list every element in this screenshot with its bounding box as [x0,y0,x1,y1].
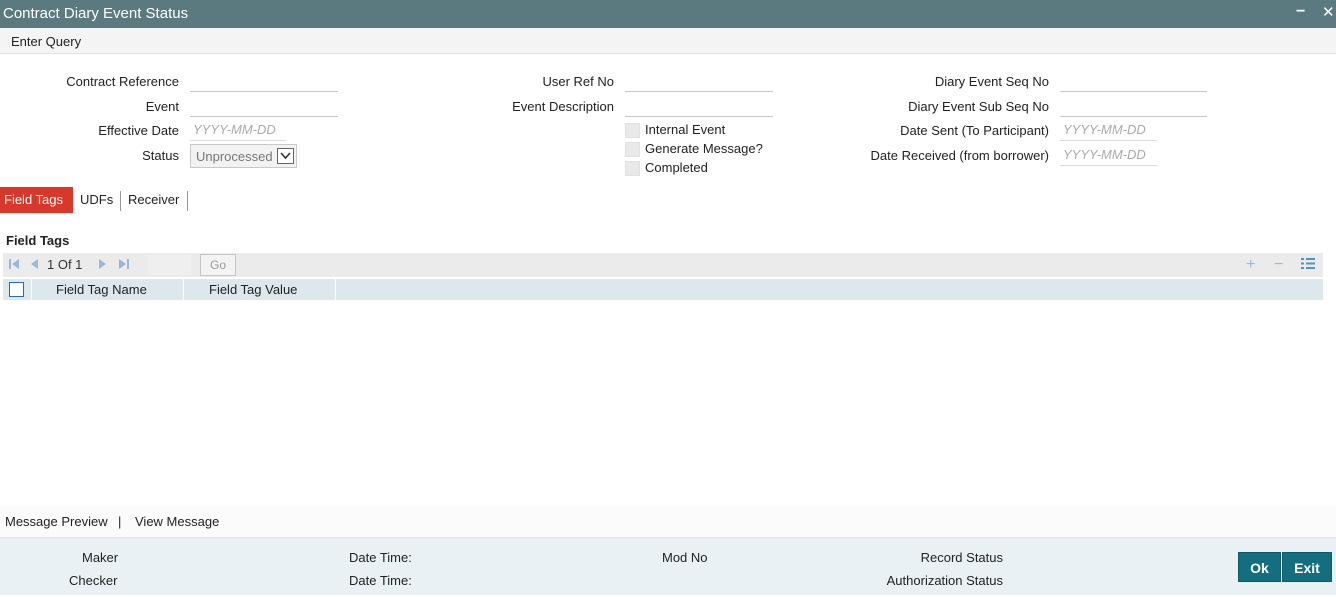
generate-message-label: Generate Message? [645,141,763,156]
event-description-label: Event Description [512,99,614,114]
contract-reference-label: Contract Reference [66,74,179,89]
menu-bar: Enter Query [0,28,1336,54]
internal-event-checkbox[interactable] [625,123,640,138]
next-page-icon[interactable] [97,258,109,273]
select-all-checkbox[interactable] [9,282,24,297]
status-select[interactable]: Unprocessed [190,144,297,168]
previous-page-icon[interactable] [28,258,40,273]
column-header-field-tag-value[interactable]: Field Tag Value [209,282,297,297]
maker-date-time-label: Date Time: [349,550,412,565]
tab-divider [187,191,188,211]
event-input[interactable] [190,95,338,117]
column-divider [335,279,336,300]
last-page-icon[interactable] [118,258,130,273]
date-received-input[interactable]: YYYY-MM-DD [1060,144,1157,166]
diary-event-sub-seq-no-input[interactable] [1060,95,1207,117]
column-divider [31,279,32,300]
view-message-link[interactable]: View Message [135,514,219,529]
diary-event-seq-no-input[interactable] [1060,70,1207,92]
maker-label: Maker [82,550,119,565]
delete-row-icon[interactable]: − [1274,256,1283,274]
completed-label: Completed [645,160,708,175]
list-view-icon[interactable] [1301,257,1315,275]
first-page-icon[interactable] [8,258,20,273]
user-ref-no-input[interactable] [625,70,773,92]
pager-text: 1 Of 1 [47,257,83,272]
enter-query-menu-item[interactable]: Enter Query [11,34,81,49]
contract-reference-input[interactable] [190,70,338,92]
minimize-icon[interactable]: − [1296,3,1305,21]
link-separator: | [118,514,122,529]
diary-event-sub-seq-no-label: Diary Event Sub Seq No [908,99,1049,114]
field-tags-grid-header: Field Tag Name Field Tag Value [3,279,1323,300]
user-ref-no-label: User Ref No [542,74,614,89]
field-tags-section-title: Field Tags [6,233,70,248]
checker-date-time-label: Date Time: [349,573,412,588]
tab-field-tags[interactable]: Field Tags [0,187,73,213]
record-status-label: Record Status [920,550,1003,565]
go-button[interactable]: Go [200,254,236,276]
effective-date-input[interactable]: YYYY-MM-DD [190,119,286,141]
message-preview-link[interactable]: Message Preview [5,514,108,529]
tab-divider [120,191,121,211]
date-sent-label: Date Sent (To Participant) [900,123,1049,138]
audit-footer: Maker Checker Date Time: Date Time: Mod … [0,537,1336,595]
grid-toolbar: 1 Of 1 Go + − [3,253,1323,277]
window-title-bar: Contract Diary Event Status − ✕ [0,0,1336,28]
date-sent-input[interactable]: YYYY-MM-DD [1060,119,1157,141]
add-row-icon[interactable]: + [1246,256,1255,274]
column-header-field-tag-name[interactable]: Field Tag Name [56,282,147,297]
internal-event-label: Internal Event [645,122,726,137]
bottom-links-bar: Message Preview | View Message [0,507,1336,537]
date-received-label: Date Received (from borrower) [870,148,1049,163]
window-title: Contract Diary Event Status [3,5,189,22]
mod-no-label: Mod No [662,550,708,565]
exit-button[interactable]: Exit [1282,552,1332,582]
effective-date-label: Effective Date [98,123,179,138]
page-number-input[interactable] [148,255,191,275]
event-label: Event [145,99,179,114]
status-label: Status [142,148,179,163]
column-divider [183,279,184,300]
tab-receiver[interactable]: Receiver [124,187,183,213]
authorization-status-label: Authorization Status [886,573,1003,588]
event-description-input[interactable] [625,95,773,117]
tab-udfs[interactable]: UDFs [76,187,117,213]
status-value: Unprocessed [196,149,273,164]
checker-label: Checker [69,573,118,588]
diary-event-seq-no-label: Diary Event Seq No [934,74,1049,89]
generate-message-checkbox[interactable] [625,142,640,157]
completed-checkbox[interactable] [625,161,640,176]
close-icon[interactable]: ✕ [1322,3,1335,21]
ok-button[interactable]: Ok [1238,552,1281,582]
chevron-down-icon[interactable] [277,148,294,164]
